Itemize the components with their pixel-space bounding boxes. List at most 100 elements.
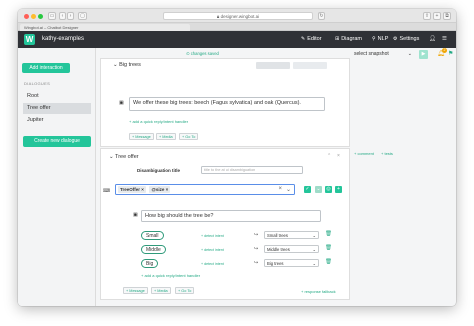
trash-icon[interactable]: 🗑︎ — [325, 231, 332, 237]
maximize-window-button[interactable] — [38, 13, 43, 19]
link-text: comment — [357, 151, 374, 156]
menu-icon[interactable]: ☰ — [442, 36, 447, 42]
fallback-toggle[interactable] — [293, 62, 327, 69]
trash-icon[interactable]: 🗑︎ — [325, 259, 332, 265]
detect-intent-link[interactable]: + detect intent — [201, 234, 224, 238]
debug-icon[interactable]: ⚑ — [448, 50, 453, 57]
status-text: changes saved — [190, 51, 219, 56]
project-name[interactable]: kathy-examples — [42, 36, 84, 42]
address-bar[interactable]: 🔒︎ designer.wingbot.ai — [163, 12, 313, 20]
nav-label: Editor — [307, 36, 322, 42]
chevron-down-icon: ⌄ — [407, 51, 412, 57]
button-label: Media — [162, 135, 173, 139]
response-fallback-link[interactable]: + response fallback — [301, 289, 336, 294]
user-icon[interactable]: 👤︎ — [429, 36, 436, 42]
close-window-button[interactable] — [24, 13, 29, 19]
chevron-down-icon: ⌄ — [312, 233, 316, 238]
nav-settings[interactable]: ⚙ Settings — [393, 36, 419, 42]
disambiguation-label: Disambiguation title — [137, 168, 181, 173]
link-text: response fallback — [304, 289, 336, 294]
confirm-intent-icon[interactable]: ✓ — [304, 186, 311, 193]
chevron-down-icon: ⌄ — [312, 261, 316, 266]
snapshot-select[interactable]: select snapshot ⌄ — [352, 50, 414, 59]
redirect-arrow-icon: ↪ — [254, 246, 259, 252]
browser-tab[interactable]: Wingbot.ai – Chatbot Designer — [20, 24, 190, 31]
create-dialogue-button[interactable]: Create new dialogue — [23, 136, 91, 147]
message-text-input[interactable]: How big should the tree be? — [141, 210, 321, 222]
message-icon: ▣ — [119, 100, 124, 106]
add-comment-link[interactable]: + comment — [354, 151, 374, 156]
nav-editor[interactable]: ✎ Editor — [301, 36, 322, 42]
clear-icon[interactable]: × — [278, 186, 282, 192]
dialogues-heading: DIALOGUES — [24, 81, 51, 86]
trash-icon[interactable]: 🗑︎ — [325, 245, 332, 251]
add-goto-button[interactable]: + Go To — [175, 287, 195, 294]
button-label: Go To — [181, 289, 192, 293]
browser-toolbar: ▭ ‹ › ▢ 🔒︎ designer.wingbot.ai ↻ ⇪ + ⧉ — [18, 9, 456, 23]
collapse-icon[interactable]: ⌄ — [109, 154, 114, 160]
chevron-up-icon[interactable]: ⌃ — [327, 153, 331, 159]
chevron-down-icon: ⌄ — [312, 247, 316, 252]
card-title: ⌄ Big trees — [113, 62, 141, 68]
add-media-button[interactable]: + Media — [156, 133, 176, 140]
intent-tag[interactable]: TreeOffer × — [118, 186, 146, 193]
nav-label: Diagram — [341, 36, 362, 42]
add-message-button[interactable]: + Message — [129, 133, 154, 140]
nav-diagram[interactable]: ⊞ Diagram — [335, 36, 362, 42]
reply-target-select-small[interactable]: Small trees ⌄ — [264, 231, 319, 239]
add-interaction-button[interactable]: Add interaction — [22, 63, 70, 73]
detect-intent-link[interactable]: + detect intent — [201, 248, 224, 252]
quick-reply-big[interactable]: Big — [141, 259, 159, 268]
link-text: add a quick reply/intent handler — [132, 119, 189, 124]
sidebar-item-root[interactable]: Root — [23, 91, 91, 102]
card-title: ⌄ Tree offer — [109, 154, 139, 160]
message-icon: ▣ — [133, 212, 138, 218]
intent-expand-icon[interactable]: ⌄ — [315, 186, 322, 193]
add-quick-reply-link[interactable]: + add a quick reply/intent handler — [129, 119, 188, 124]
button-label: Message — [129, 289, 145, 293]
entity-tag[interactable]: @size × — [149, 186, 171, 193]
quick-reply-toggle[interactable] — [256, 62, 290, 69]
reply-target-select-big[interactable]: Big trees ⌄ — [264, 259, 319, 267]
quick-reply-small[interactable]: Small — [141, 231, 164, 240]
redirect-arrow-icon: ↪ — [254, 232, 259, 238]
add-goto-button[interactable]: + Go To — [179, 133, 199, 140]
disambiguation-title-input[interactable]: title to the at ui disambiguation — [201, 166, 303, 174]
changes-saved-status: ⊙ changes saved — [186, 51, 219, 56]
detect-intent-link[interactable]: + detect intent — [201, 262, 224, 266]
minimize-window-button[interactable] — [31, 13, 36, 19]
quick-reply-middle[interactable]: Middle — [141, 245, 166, 254]
new-tab-icon[interactable]: + — [433, 12, 441, 20]
message-text-input[interactable]: We offer these big trees: beech (Fagus s… — [129, 97, 325, 111]
link-text: detect intent — [204, 248, 224, 252]
keyboard-icon: ⌨ — [103, 188, 111, 194]
add-intent-icon[interactable]: + — [335, 186, 342, 193]
add-quick-reply-link[interactable]: + add a quick reply/intent handler — [141, 273, 200, 278]
nav-nlp[interactable]: ⚲ NLP — [372, 36, 388, 42]
add-media-button[interactable]: + Media — [151, 287, 171, 294]
back-arrow-icon[interactable]: ‹ — [59, 12, 66, 20]
intent-aiming-icon[interactable]: ◎ — [325, 186, 332, 193]
reload-icon[interactable]: ↻ — [318, 12, 325, 20]
add-tests-link[interactable]: + tests — [381, 151, 393, 156]
browser-window: ▭ ‹ › ▢ 🔒︎ designer.wingbot.ai ↻ ⇪ + ⧉ W… — [18, 9, 456, 306]
close-icon[interactable]: × — [337, 153, 340, 159]
play-icon[interactable]: ▶ — [419, 50, 428, 59]
share-icon[interactable]: ⇪ — [423, 12, 431, 20]
tabs-icon[interactable]: ⧉ — [443, 12, 451, 20]
tab-overview-icon[interactable]: ▢ — [78, 12, 87, 20]
app-header: W kathy-examples ✎ Editor ⊞ Diagram ⚲ NLP ⚙… — [18, 31, 456, 48]
redirect-arrow-icon: ↪ — [254, 260, 259, 266]
sidebar-toggle-icon[interactable]: ▭ — [48, 12, 56, 20]
sidebar-item-jupiter[interactable]: Jupiter — [23, 115, 91, 126]
intent-tag-input[interactable]: TreeOffer × @size × × ⌄ — [115, 184, 295, 195]
add-message-button[interactable]: + Message — [123, 287, 148, 294]
collapse-icon[interactable]: ⌄ — [113, 62, 118, 68]
sidebar-item-tree-offer[interactable]: Tree offer — [23, 103, 91, 114]
chevron-down-icon[interactable]: ⌄ — [286, 186, 291, 193]
select-value: Big trees — [267, 261, 284, 266]
reply-target-select-middle[interactable]: Middle trees ⌄ — [264, 245, 319, 253]
forward-arrow-icon[interactable]: › — [67, 12, 74, 20]
url-text: designer.wingbot.ai — [220, 14, 260, 19]
wingbot-logo[interactable]: W — [24, 34, 35, 45]
